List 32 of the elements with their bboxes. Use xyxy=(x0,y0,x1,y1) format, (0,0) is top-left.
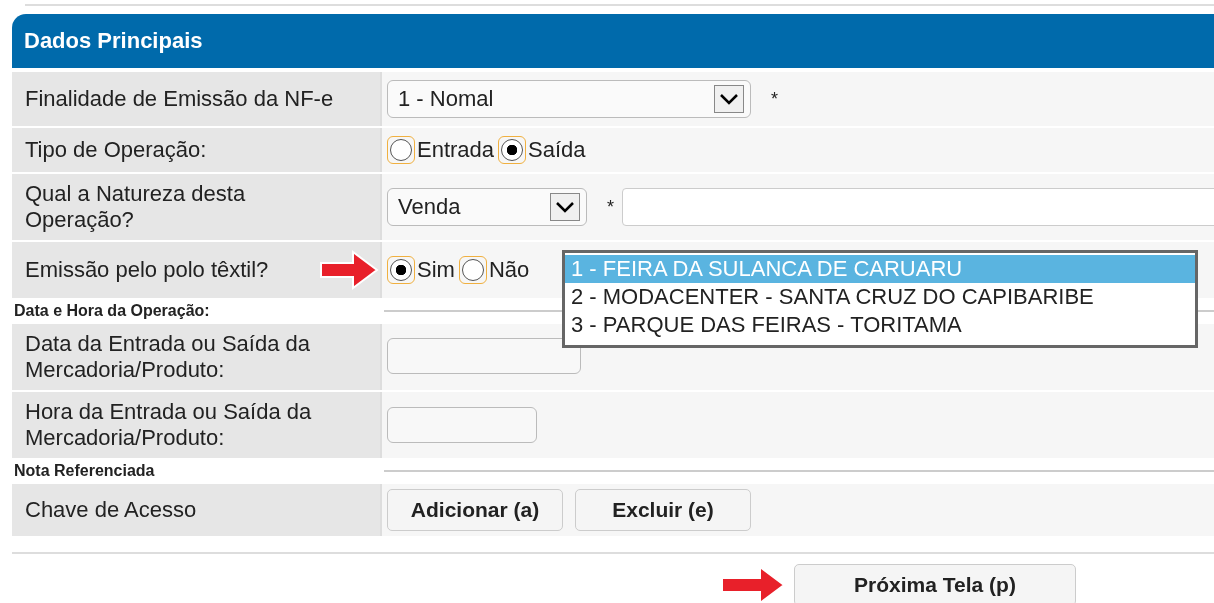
caret-icon xyxy=(550,193,580,221)
radio-label: Entrada xyxy=(417,137,495,163)
field-label: Data da Entrada ou Saída da Mercadoria/Produto: xyxy=(25,331,311,383)
field-label: Finalidade de Emissão da NF-e xyxy=(25,86,334,112)
dropdown-option[interactable]: 2 - MODACENTER - SANTA CRUZ DO CAPIBARIBE xyxy=(565,283,1195,311)
next-screen-button[interactable]: Próxima Tela (p) xyxy=(794,564,1076,603)
radio-button[interactable] xyxy=(458,256,487,284)
required-mark: * xyxy=(607,196,614,218)
input-field[interactable] xyxy=(622,188,1214,226)
radio-label: Não xyxy=(488,257,530,283)
radio-label: Saída xyxy=(528,137,586,163)
select-field[interactable]: Venda xyxy=(387,188,587,226)
radio-button[interactable] xyxy=(387,136,415,164)
field-label: Tipo de Operação: xyxy=(25,137,207,163)
field-label: Chave de Acesso xyxy=(25,497,197,523)
section-heading: Data e Hora da Operação: xyxy=(13,302,211,320)
section-header: Dados Principais xyxy=(12,14,1214,68)
time-field[interactable] xyxy=(387,407,537,443)
radio-button[interactable] xyxy=(387,256,415,284)
radio-label: Sim xyxy=(417,257,455,283)
date-field[interactable] xyxy=(387,338,581,374)
radio-button[interactable] xyxy=(498,136,527,164)
action-button[interactable]: Adicionar (a) xyxy=(387,489,563,531)
field-label: Qual a Natureza desta Operação? xyxy=(25,181,247,233)
field-label: Hora da Entrada ou Saída da Mercadoria/Produto: xyxy=(25,399,313,451)
select-field[interactable]: 1 - Nomal xyxy=(387,80,751,118)
section-heading: Nota Referenciada xyxy=(13,462,156,480)
required-mark: * xyxy=(771,88,778,110)
dropdown-option[interactable]: 3 - PARQUE DAS FEIRAS - TORITAMA xyxy=(565,311,1195,339)
field-label: Emissão pelo polo têxtil? xyxy=(25,257,269,283)
action-button[interactable]: Excluir (e) xyxy=(575,489,751,531)
caret-icon xyxy=(714,85,744,113)
